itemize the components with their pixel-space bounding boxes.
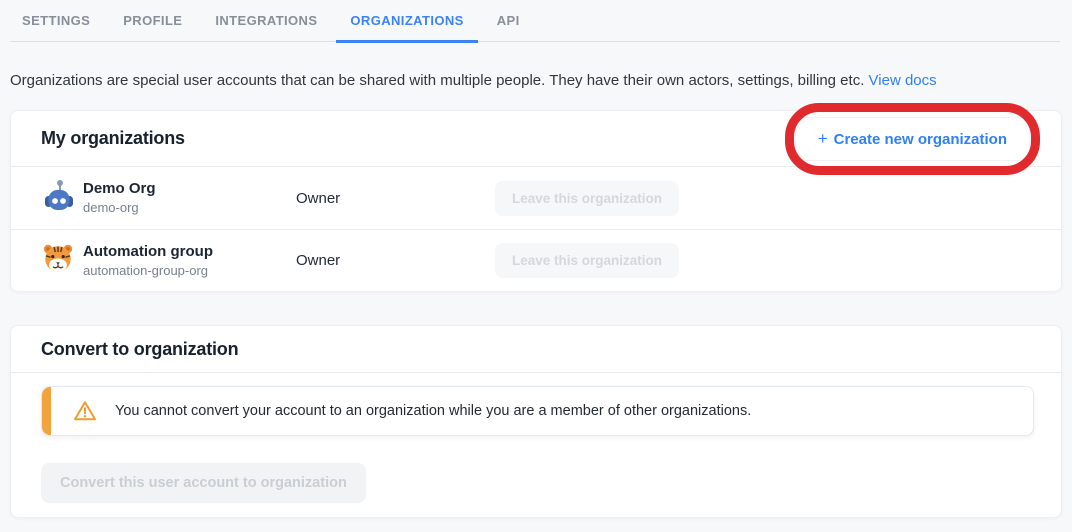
org-slug: automation-group-org xyxy=(83,263,296,279)
table-row: Automation group automation-group-org Ow… xyxy=(11,229,1061,291)
org-role: Owner xyxy=(296,252,495,269)
intro-paragraph: Organizations are special user accounts … xyxy=(10,71,1060,91)
org-identity: Demo Org demo-org xyxy=(83,180,296,216)
leave-organization-button[interactable]: Leave this organization xyxy=(495,181,679,216)
org-identity: Automation group automation-group-org xyxy=(83,243,296,279)
settings-tab-bar: SETTINGS PROFILE INTEGRATIONS ORGANIZATI… xyxy=(10,0,1060,42)
create-button-label: Create new organization xyxy=(834,131,1007,148)
warning-text: You cannot convert your account to an or… xyxy=(115,403,751,419)
tab-integrations[interactable]: INTEGRATIONS xyxy=(215,0,317,42)
table-row: Demo Org demo-org Owner Leave this organ… xyxy=(11,167,1061,229)
create-new-organization-button[interactable]: + Create new organization xyxy=(795,117,1030,161)
my-organizations-title: My organizations xyxy=(31,128,185,149)
convert-card-title: Convert to organization xyxy=(31,339,238,360)
org-name: Demo Org xyxy=(83,180,296,198)
create-button-wrapper: + Create new organization xyxy=(795,117,1030,161)
robot-avatar-icon xyxy=(41,178,77,219)
avatar xyxy=(41,178,83,219)
intro-text: Organizations are special user accounts … xyxy=(10,72,869,89)
tiger-avatar-icon xyxy=(41,241,75,280)
my-organizations-card: My organizations + Create new organizatio… xyxy=(10,110,1062,292)
warning-banner: You cannot convert your account to an or… xyxy=(41,386,1034,436)
tab-settings[interactable]: SETTINGS xyxy=(22,0,90,42)
tab-api[interactable]: API xyxy=(497,0,520,42)
org-slug: demo-org xyxy=(83,200,296,216)
convert-to-organization-card: Convert to organization You cannot conve… xyxy=(10,325,1062,518)
org-name: Automation group xyxy=(83,243,296,261)
org-role: Owner xyxy=(296,190,495,207)
view-docs-link[interactable]: View docs xyxy=(869,72,937,89)
avatar xyxy=(41,241,83,280)
leave-organization-button[interactable]: Leave this organization xyxy=(495,243,679,278)
warning-triangle-icon xyxy=(73,400,97,422)
plus-icon: + xyxy=(818,129,828,148)
convert-account-button[interactable]: Convert this user account to organizatio… xyxy=(41,463,366,503)
warning-accent-bar xyxy=(42,387,51,435)
my-organizations-header: My organizations + Create new organizatio… xyxy=(11,111,1061,167)
convert-card-header: Convert to organization xyxy=(11,326,1061,373)
tab-organizations[interactable]: ORGANIZATIONS xyxy=(350,0,463,42)
tab-profile[interactable]: PROFILE xyxy=(123,0,182,42)
